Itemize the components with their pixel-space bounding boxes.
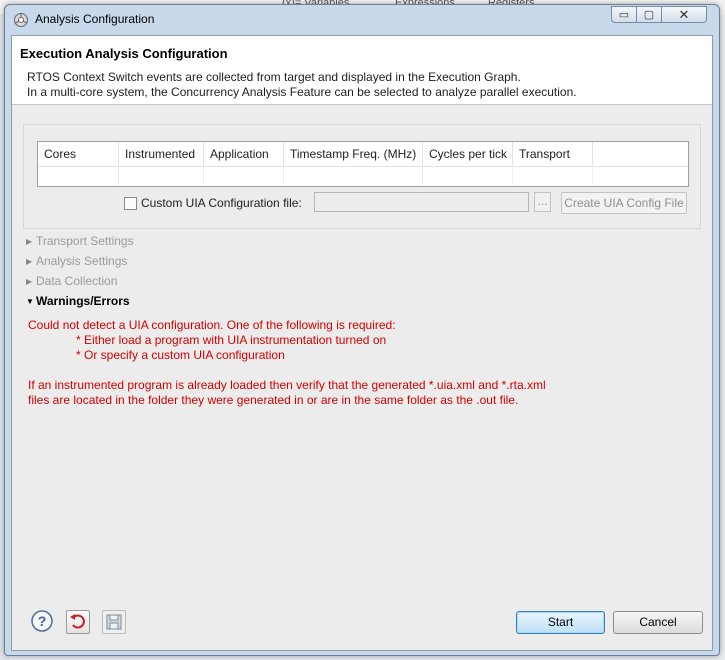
column-cores[interactable]: Cores bbox=[38, 142, 119, 166]
column-timestamp-freq[interactable]: Timestamp Freq. (MHz) bbox=[284, 142, 423, 166]
section-warnings-errors[interactable]: ▼ Warnings/Errors bbox=[26, 294, 130, 310]
column-cycles-per-tick[interactable]: Cycles per tick bbox=[423, 142, 513, 166]
cores-table[interactable]: Cores Instrumented Application Timestamp… bbox=[37, 141, 689, 187]
dialog-header: Execution Analysis Configuration RTOS Co… bbox=[12, 36, 712, 105]
svg-text:?: ? bbox=[38, 613, 47, 629]
title-bar[interactable]: Analysis Configuration ▭ ▢ ✕ bbox=[5, 5, 719, 33]
help-button[interactable]: ? bbox=[30, 609, 54, 633]
table-header: Cores Instrumented Application Timestamp… bbox=[38, 142, 688, 167]
expand-arrow-icon: ▶ bbox=[26, 277, 33, 286]
section-analysis-settings[interactable]: ▶ Analysis Settings bbox=[26, 254, 127, 270]
column-transport[interactable]: Transport bbox=[513, 142, 593, 166]
cancel-button[interactable]: Cancel bbox=[613, 611, 703, 634]
error-bullet-2: * Or specify a custom UIA configuration bbox=[76, 348, 285, 362]
table-cell bbox=[423, 166, 513, 185]
page-title: Execution Analysis Configuration bbox=[20, 46, 228, 61]
minimize-icon: ▭ bbox=[618, 9, 630, 21]
column-application[interactable]: Application bbox=[204, 142, 284, 166]
start-button[interactable]: Start bbox=[516, 611, 605, 634]
close-button[interactable]: ✕ bbox=[661, 6, 707, 23]
expand-arrow-icon: ▶ bbox=[26, 237, 33, 246]
section-data-collection[interactable]: ▶ Data Collection bbox=[26, 274, 117, 290]
save-button[interactable] bbox=[102, 610, 126, 634]
maximize-icon: ▢ bbox=[643, 9, 655, 21]
error-bullet-1: * Either load a program with UIA instrum… bbox=[76, 333, 387, 347]
core-configuration-group: Cores Instrumented Application Timestamp… bbox=[23, 124, 701, 229]
minimize-button[interactable]: ▭ bbox=[611, 6, 637, 23]
restore-defaults-button[interactable] bbox=[66, 610, 90, 634]
description-line-2: In a multi-core system, the Concurrency … bbox=[27, 85, 577, 99]
expand-arrow-icon: ▶ bbox=[26, 257, 33, 266]
close-icon: ✕ bbox=[678, 6, 690, 22]
table-row[interactable] bbox=[38, 166, 688, 185]
table-cell bbox=[119, 166, 204, 185]
table-cell bbox=[204, 166, 284, 185]
analysis-configuration-dialog: Analysis Configuration ▭ ▢ ✕ Execution A… bbox=[4, 4, 720, 656]
dialog-client-area: Execution Analysis Configuration RTOS Co… bbox=[11, 35, 713, 651]
section-label: Transport Settings bbox=[36, 234, 134, 248]
error-message-line-2: If an instrumented program is already lo… bbox=[28, 378, 546, 392]
error-message-line-3: files are located in the folder they wer… bbox=[28, 393, 519, 407]
error-message-line-1: Could not detect a UIA configuration. On… bbox=[28, 318, 396, 332]
create-uia-config-button[interactable]: Create UIA Config File bbox=[561, 192, 687, 214]
section-label: Data Collection bbox=[36, 274, 118, 288]
restore-defaults-icon bbox=[70, 614, 85, 629]
window-title: Analysis Configuration bbox=[35, 12, 155, 26]
collapse-arrow-icon: ▼ bbox=[26, 297, 34, 306]
column-instrumented[interactable]: Instrumented bbox=[119, 142, 204, 166]
section-label: Analysis Settings bbox=[36, 254, 128, 268]
section-label: Warnings/Errors bbox=[36, 294, 130, 308]
table-cell bbox=[513, 166, 593, 185]
table-cell bbox=[38, 166, 119, 185]
custom-uia-checkbox[interactable] bbox=[124, 197, 137, 210]
description-line-1: RTOS Context Switch events are collected… bbox=[27, 70, 521, 84]
help-icon: ? bbox=[31, 610, 53, 632]
custom-uia-checkbox-label[interactable]: Custom UIA Configuration file: bbox=[141, 196, 302, 210]
browse-button[interactable]: ... bbox=[534, 192, 551, 212]
app-icon bbox=[14, 13, 28, 27]
maximize-button[interactable]: ▢ bbox=[636, 6, 662, 23]
custom-uia-path-input[interactable] bbox=[314, 192, 529, 212]
table-cell bbox=[284, 166, 423, 185]
section-transport-settings[interactable]: ▶ Transport Settings bbox=[26, 234, 134, 250]
save-icon bbox=[106, 614, 122, 630]
